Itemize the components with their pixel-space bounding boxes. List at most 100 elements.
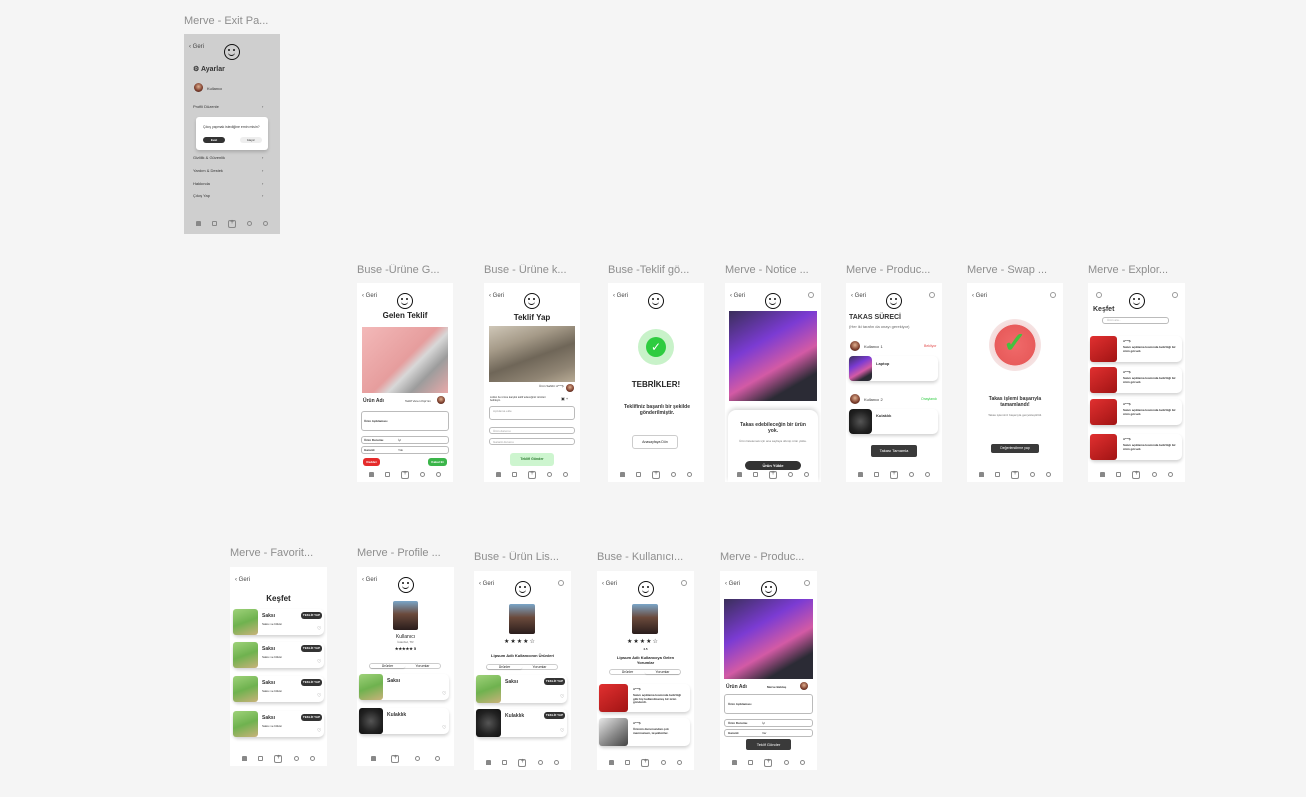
heart-icon[interactable] bbox=[788, 472, 794, 477]
send-offer-button[interactable]: Teklifi Gönder bbox=[510, 453, 554, 466]
add-icon[interactable] bbox=[1132, 470, 1141, 479]
offer-badge[interactable]: TEKLİF YAP bbox=[301, 645, 322, 652]
add-icon[interactable] bbox=[527, 470, 536, 479]
list-icon[interactable] bbox=[994, 472, 1000, 477]
back-button[interactable]: ‹ Geri bbox=[730, 293, 745, 299]
add-icon[interactable] bbox=[391, 754, 400, 763]
settings-icon[interactable] bbox=[1050, 292, 1056, 298]
heart-icon[interactable] bbox=[671, 472, 677, 477]
confirm-button[interactable]: Evet bbox=[203, 137, 225, 143]
product-card[interactable]: A***Ş Satıcı açıklama kısmında belirttiğ… bbox=[1090, 399, 1182, 425]
settings-icon[interactable] bbox=[558, 580, 564, 586]
heart-icon[interactable]: ♡ bbox=[317, 693, 321, 699]
user-icon[interactable] bbox=[554, 760, 560, 765]
offer-badge[interactable]: TEKLİF YAP bbox=[301, 612, 322, 619]
back-button[interactable]: ‹ Geri bbox=[235, 577, 250, 583]
heart-icon[interactable] bbox=[537, 760, 543, 765]
heart-icon[interactable] bbox=[1030, 472, 1036, 477]
add-icon[interactable] bbox=[1010, 470, 1019, 479]
home-icon[interactable] bbox=[495, 472, 501, 477]
user-icon[interactable] bbox=[687, 472, 693, 477]
product-card[interactable]: Saksı TEKLİF YAP ♡ bbox=[476, 675, 567, 703]
list-icon[interactable] bbox=[752, 472, 758, 477]
heart-icon[interactable]: ♡ bbox=[442, 691, 446, 697]
offer-badge[interactable]: TEKLİF YAP bbox=[544, 712, 565, 719]
review-button[interactable]: Değerlendirme yap bbox=[991, 444, 1039, 453]
back-button[interactable]: ‹ Geri bbox=[362, 293, 377, 299]
heart-icon[interactable] bbox=[909, 472, 915, 477]
heart-icon[interactable] bbox=[293, 756, 299, 761]
list-icon[interactable] bbox=[211, 221, 217, 226]
home-icon[interactable] bbox=[978, 472, 984, 477]
home-icon[interactable] bbox=[608, 760, 614, 765]
warranty-field[interactable]: Garanti durumu bbox=[489, 438, 575, 445]
condition-field[interactable]: Ürün durumu bbox=[489, 427, 575, 434]
settings-icon[interactable] bbox=[808, 292, 814, 298]
add-icon[interactable] bbox=[400, 470, 409, 479]
product-card[interactable]: A***Ş Satıcı açıklama kısmında belirttiğ… bbox=[1090, 434, 1182, 460]
user-icon[interactable] bbox=[563, 472, 569, 477]
product-card[interactable]: Kulaklık TEKLİF YAP ♡ bbox=[476, 709, 567, 737]
favorite-card[interactable]: Saksı Saksı ve bitkisi TEKLİF YAP ♡ bbox=[233, 609, 324, 635]
home-return-button[interactable]: Anasayfaya Dön bbox=[632, 435, 678, 449]
tab-reviews[interactable]: Yorumlar bbox=[522, 665, 557, 669]
tab-reviews[interactable]: Yorumlar bbox=[645, 670, 680, 674]
send-offer-button[interactable]: Teklif Gönder bbox=[746, 739, 791, 750]
add-icon[interactable] bbox=[641, 758, 650, 767]
back-button[interactable]: ‹ Geri bbox=[362, 577, 377, 583]
add-icon[interactable] bbox=[768, 470, 777, 479]
heart-icon[interactable] bbox=[660, 760, 666, 765]
reject-button[interactable]: Reddet bbox=[363, 458, 380, 466]
heart-icon[interactable] bbox=[420, 472, 426, 477]
heart-icon[interactable] bbox=[1151, 472, 1157, 477]
settings-item[interactable]: Yardım & Destek bbox=[193, 168, 223, 173]
heart-icon[interactable]: ♡ bbox=[317, 728, 321, 734]
home-icon[interactable] bbox=[857, 472, 863, 477]
user-icon[interactable] bbox=[310, 756, 316, 761]
product-card[interactable]: A***Ş Satıcı açıklama kısmında belirttiğ… bbox=[1090, 367, 1182, 393]
home-icon[interactable] bbox=[485, 760, 491, 765]
heart-icon[interactable]: ♡ bbox=[560, 694, 564, 700]
add-icon[interactable] bbox=[651, 470, 660, 479]
home-icon[interactable] bbox=[736, 472, 742, 477]
product-card[interactable]: Saksı ♡ bbox=[359, 674, 449, 700]
settings-item[interactable]: Çıkış Yap bbox=[193, 193, 210, 198]
heart-icon[interactable]: ♡ bbox=[317, 626, 321, 632]
home-icon[interactable] bbox=[1099, 472, 1105, 477]
list-icon[interactable] bbox=[1116, 472, 1122, 477]
tab-reviews[interactable]: Yorumlar bbox=[405, 664, 440, 668]
heart-icon[interactable]: ♡ bbox=[560, 728, 564, 734]
user-icon[interactable] bbox=[800, 760, 806, 765]
back-button[interactable]: ‹ Geri bbox=[489, 293, 504, 299]
back-button[interactable]: ‹ Geri bbox=[479, 581, 494, 587]
favorite-card[interactable]: Saksı Saksı ve bitkisi TEKLİF YAP ♡ bbox=[233, 676, 324, 702]
favorite-card[interactable]: Saksı Saksı ve bitkisi TEKLİF YAP ♡ bbox=[233, 642, 324, 668]
add-icon[interactable] bbox=[274, 754, 283, 763]
add-icon[interactable] bbox=[764, 758, 773, 767]
back-button[interactable]: ‹ Geri bbox=[602, 581, 617, 587]
settings-icon[interactable] bbox=[804, 580, 810, 586]
heart-icon[interactable] bbox=[783, 760, 789, 765]
tab-products[interactable]: Ürünler bbox=[370, 664, 405, 668]
attach-icon[interactable]: ▣ + bbox=[561, 396, 568, 401]
heart-icon[interactable] bbox=[247, 221, 253, 226]
user-icon[interactable] bbox=[263, 221, 269, 226]
add-icon[interactable] bbox=[227, 219, 236, 228]
home-icon[interactable] bbox=[368, 472, 374, 477]
back-button[interactable]: ‹ Geri bbox=[851, 293, 866, 299]
tab-products[interactable]: Ürünler bbox=[610, 670, 645, 674]
add-icon[interactable] bbox=[518, 758, 527, 767]
home-icon[interactable] bbox=[241, 756, 247, 761]
list-icon[interactable] bbox=[873, 472, 879, 477]
product-card[interactable]: Kulaklık ♡ bbox=[359, 708, 449, 734]
offer-badge[interactable]: TEKLİF YAP bbox=[301, 714, 322, 721]
home-icon[interactable] bbox=[619, 472, 625, 477]
accept-button[interactable]: Kabul Et bbox=[428, 458, 447, 466]
offer-badge[interactable]: TEKLİF YAP bbox=[301, 679, 322, 686]
cancel-button[interactable]: Hayır bbox=[240, 137, 262, 143]
home-icon[interactable] bbox=[195, 221, 201, 226]
search-input[interactable]: Ürün ara... bbox=[1102, 317, 1169, 324]
tab-products[interactable]: Ürünler bbox=[487, 665, 522, 669]
list-icon[interactable] bbox=[511, 472, 517, 477]
offer-badge[interactable]: TEKLİF YAP bbox=[544, 678, 565, 685]
